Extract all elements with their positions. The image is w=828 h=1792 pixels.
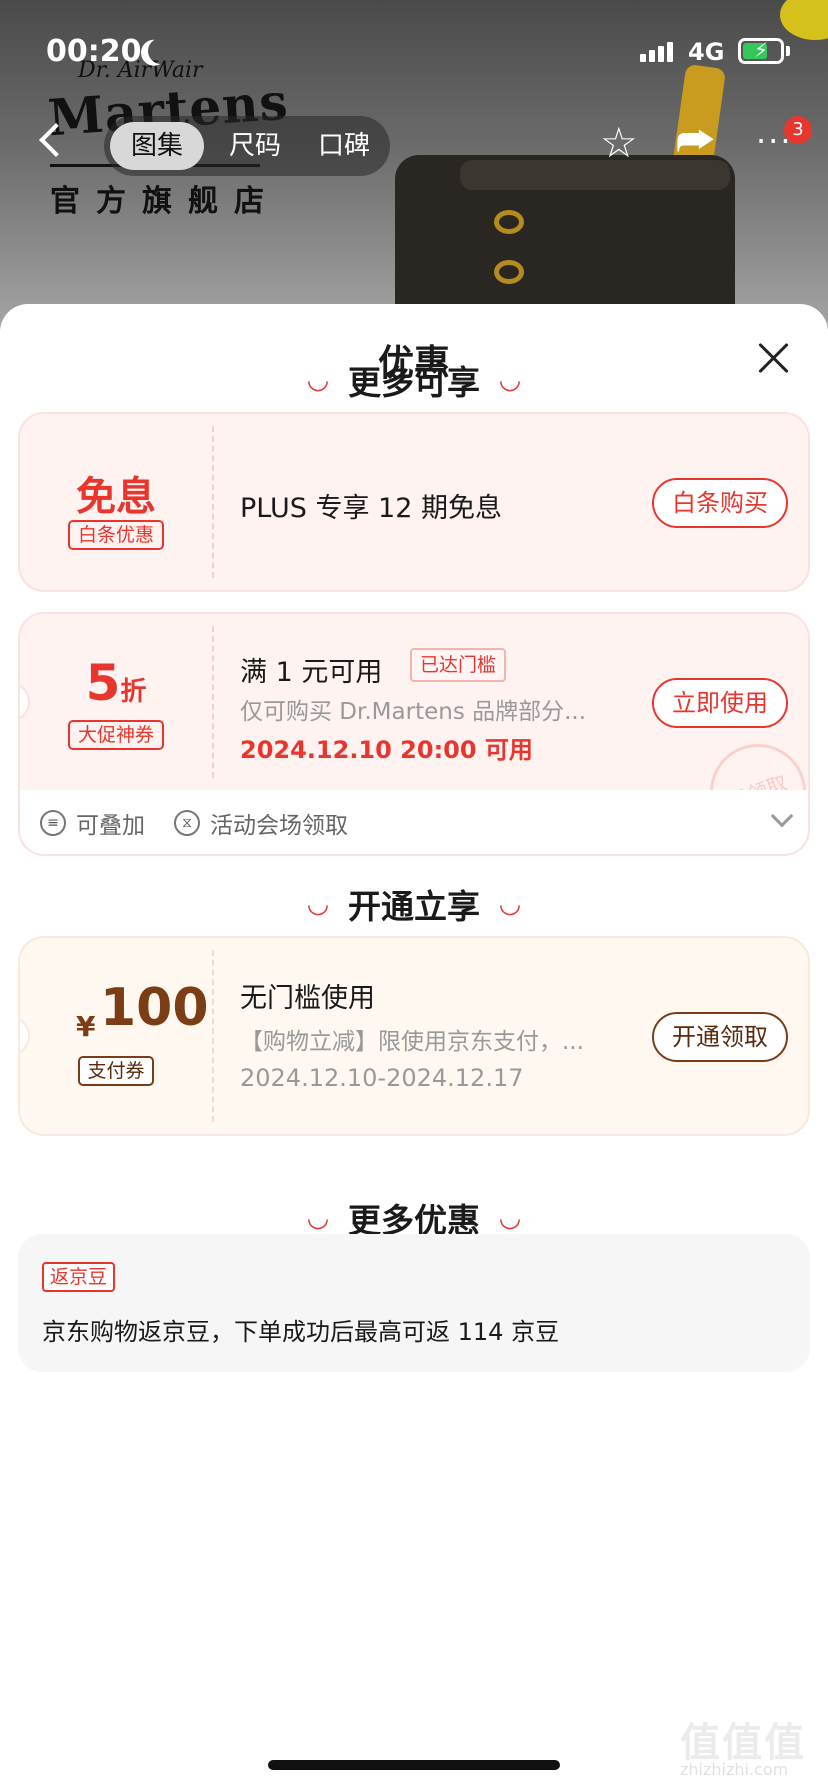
coupon-divider [212,426,214,578]
coupon-sub-text: 【购物立减】限使用京东支付，... [240,1029,584,1055]
signal-icon [640,42,673,62]
boot-lace-eyelet [494,210,524,234]
coupon-sub-text: 仅可购买 Dr.Martens 品牌部分... [240,699,587,725]
bean-tag: 返京豆 [42,1262,116,1292]
section-header-more-available: ◡ 更多可享 ◡ [0,356,828,404]
coupon-discount-value: 5折 [20,654,212,712]
offers-sheet: 优惠 ◡ 更多可享 ◡ 免息 白条优惠 PLUS 专享 12 期免息 白条购买 … [0,304,828,1792]
status-time: 00:20 [46,34,142,69]
source-label: 活动会场领取 [210,813,348,839]
home-indicator [268,1760,560,1770]
curl-right-icon: ◡ [500,365,520,395]
coupon-main-text: 满 1 元可用 [240,657,383,688]
coupon-tag: 支付券 [78,1056,154,1086]
curl-left-icon: ◡ [308,1203,328,1233]
favorite-star-icon[interactable]: ☆ [600,122,638,164]
discount-unit: 折 [120,677,147,707]
network-label: 4G [688,38,725,66]
boot-lace-eyelet [494,260,524,284]
notification-badge: 3 [784,116,812,144]
coupon-card-payment[interactable]: ¥ 100 支付券 无门槛使用 【购物立减】限使用京东支付，... 2024.1… [18,936,810,1136]
bean-text: 京东购物返京豆，下单成功后最高可返 114 京豆 [42,1318,560,1346]
charging-icon: ⚡ [754,38,769,62]
tab-gallery[interactable]: 图集 [110,122,204,170]
media-tabs: 图集 尺码 口碑 [104,116,390,176]
discount-number: 5 [85,654,121,712]
coupon-card-interest-free[interactable]: 免息 白条优惠 PLUS 专享 12 期免息 白条购买 [18,412,810,592]
chevron-down-icon[interactable] [770,804,794,828]
product-accent-shape [780,0,828,40]
coupon-tag: 白条优惠 [68,520,164,550]
stack-icon: ≡ [40,810,66,836]
baitiao-buy-button[interactable]: 白条购买 [652,478,788,528]
section-header-open-to-enjoy: ◡ 开通立享 ◡ [0,880,828,928]
curl-left-icon: ◡ [308,365,328,395]
ticket-icon: ⧖ [174,810,200,836]
curl-right-icon: ◡ [500,889,520,919]
currency-symbol: ¥ [76,1010,96,1043]
curl-right-icon: ◡ [500,1203,520,1233]
coupon-big-label: 免息 [76,474,156,520]
claimed-stamp: 已领取 [696,730,808,790]
watermark-url: zhizhizhi.com [680,1760,789,1779]
battery-tip [786,46,790,56]
threshold-reached-tag: 已达门槛 [410,648,507,682]
coupon-date: 2024.12.10 20:00 可用 [240,736,533,764]
coupon-card-discount[interactable]: 5折 大促神券 满 1 元可用 已达门槛 仅可购买 Dr.Martens 品牌部… [18,612,810,792]
coupon-footer: ≡ 可叠加 ⧖ 活动会场领取 [18,790,810,856]
open-claim-button[interactable]: 开通领取 [652,1012,788,1062]
use-now-button[interactable]: 立即使用 [652,678,788,728]
curl-left-icon: ◡ [308,889,328,919]
coupon-divider [212,626,214,778]
tab-reviews[interactable]: 口碑 [304,116,384,176]
section-title: 更多可享 [348,363,480,402]
brand-store-label: 官方旗舰店 [50,184,280,219]
tab-size[interactable]: 尺码 [220,116,290,176]
coupon-main-text: PLUS 专享 12 期免息 [240,493,502,524]
coupon-date: 2024.12.10-2024.12.17 [240,1064,524,1092]
coupon-notch [20,1016,30,1056]
jd-bean-card: 返京豆 京东购物返京豆，下单成功后最高可返 114 京豆 [18,1234,810,1372]
coupon-amount: 100 [100,978,209,1038]
coupon-divider [212,950,214,1122]
stackable-label: 可叠加 [76,813,145,839]
share-icon[interactable]: ⮫ [676,120,715,162]
section-title: 开通立享 [348,887,480,926]
coupon-main-text: 无门槛使用 [240,983,375,1014]
stackable-info: ≡ 可叠加 [40,806,145,840]
coupon-tag: 大促神券 [68,720,164,750]
source-info: ⧖ 活动会场领取 [174,806,348,840]
